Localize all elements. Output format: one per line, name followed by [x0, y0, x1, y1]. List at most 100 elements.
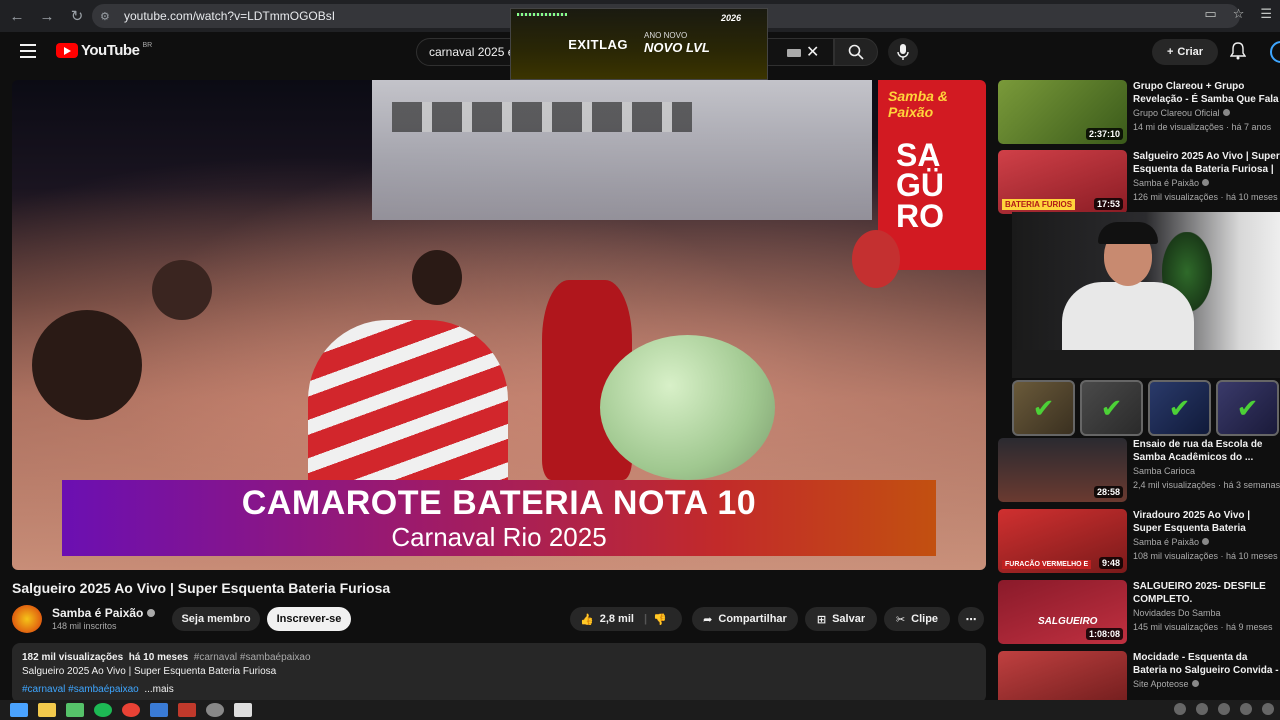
- voice-search-button[interactable]: [888, 38, 918, 66]
- bookmark-star-icon[interactable]: ☆: [1233, 6, 1245, 22]
- recommendation-channel[interactable]: Grupo Clareou Oficial: [1133, 108, 1220, 118]
- description-tags[interactable]: #carnaval #sambaépaixao: [194, 652, 311, 663]
- recommendation-channel[interactable]: Samba é Paixão: [1133, 178, 1199, 188]
- recommendation-thumbnail[interactable]: SALGUEIRO 1:08:08: [998, 580, 1127, 644]
- description-meta: 182 mil visualizações há 10 meses #carna…: [22, 651, 976, 665]
- sign-text: SA GÜ RO: [896, 137, 944, 234]
- recommendation-title[interactable]: Grupo Clareou + Grupo Revelação - É Samb…: [1133, 80, 1280, 106]
- recommendation-item[interactable]: BATERIA FURIOS 17:53 Salgueiro 2025 Ao V…: [998, 150, 1280, 216]
- app-icon[interactable]: [234, 703, 252, 717]
- clear-search-icon[interactable]: ✕: [806, 42, 819, 62]
- spotify-icon[interactable]: [94, 703, 112, 717]
- app-icon[interactable]: [178, 703, 196, 717]
- description-box[interactable]: 182 mil visualizações há 10 meses #carna…: [12, 643, 986, 703]
- save-button[interactable]: ⊞ Salvar: [805, 607, 877, 631]
- search-button[interactable]: [834, 38, 878, 66]
- recommendation-meta: 14 mi de visualizações · há 7 anos: [1133, 122, 1272, 132]
- channel-name[interactable]: Samba é Paixão: [52, 606, 143, 620]
- recommendation-item[interactable]: SALGUEIRO 1:08:08 SALGUEIRO 2025- DESFIL…: [998, 580, 1280, 646]
- show-more-link[interactable]: ...mais: [144, 684, 173, 695]
- recommendation-channel[interactable]: Samba Carioca: [1133, 466, 1195, 476]
- clip-button[interactable]: ✂ Clipe: [884, 607, 950, 631]
- recommendation-title[interactable]: Salgueiro 2025 Ao Vivo | Super Esquenta …: [1133, 150, 1280, 176]
- bookmark-icon: ⊞: [816, 613, 827, 626]
- recommendation-channel[interactable]: Samba é Paixão: [1133, 537, 1199, 547]
- channel-name-wrap[interactable]: Samba é Paixão: [52, 606, 156, 620]
- description-text: Salgueiro 2025 Ao Vivo | Super Esquenta …: [22, 666, 277, 677]
- recommendation-thumbnail[interactable]: FURACÃO VERMELHO E 9:48: [998, 509, 1127, 573]
- recommendation-title[interactable]: Ensaio de rua da Escola de Samba Acadêmi…: [1133, 438, 1280, 464]
- menu-icon[interactable]: [20, 44, 36, 58]
- app-icon[interactable]: [206, 703, 224, 717]
- more-icon: ⋯: [965, 613, 977, 626]
- recommendation-item[interactable]: 28:58 Ensaio de rua da Escola de Samba A…: [998, 438, 1280, 504]
- save-label: Salvar: [832, 613, 866, 625]
- recommendation-channel-wrap: Samba é Paixão: [1133, 537, 1210, 547]
- file-explorer-icon[interactable]: [38, 703, 56, 717]
- check-icon: ✔: [1012, 380, 1075, 436]
- subscribe-button[interactable]: Inscrever-se: [267, 607, 351, 631]
- recommendation-item[interactable]: Mocidade - Esquenta da Bateria no Salgue…: [998, 651, 1280, 700]
- like-icon[interactable]: 👍: [580, 613, 594, 626]
- tray-icon[interactable]: [1262, 703, 1274, 715]
- logo-text: YouTube: [81, 42, 140, 59]
- dislike-icon[interactable]: 👎: [653, 613, 667, 626]
- streamer-cap: [1098, 222, 1158, 244]
- recommendation-thumbnail[interactable]: [998, 651, 1127, 700]
- site-info-icon[interactable]: ⚙: [100, 10, 116, 23]
- video-player[interactable]: Samba & Paixão SA GÜ RO CAMAROTE BATERIA…: [12, 80, 986, 570]
- notifications-bell-icon[interactable]: [1229, 42, 1247, 65]
- reading-list-icon[interactable]: ☰: [1260, 6, 1272, 22]
- view-count: 182 mil visualizações: [22, 652, 124, 663]
- chrome-icon[interactable]: [122, 703, 140, 717]
- verified-icon: [1222, 109, 1230, 116]
- check-icon: ✔: [1148, 380, 1211, 436]
- keyboard-icon[interactable]: [787, 49, 801, 57]
- tray-icon[interactable]: [1174, 703, 1186, 715]
- verified-icon: [1202, 538, 1210, 545]
- duration-badge: 2:37:10: [1085, 128, 1123, 140]
- recommendation-channel[interactable]: Novidades Do Samba: [1133, 608, 1221, 618]
- check-icon: ✔: [1080, 380, 1143, 436]
- youtube-logo[interactable]: YouTube BR: [56, 42, 152, 59]
- recommendation-title[interactable]: SALGUEIRO 2025- DESFILE COMPLETO.: [1133, 580, 1280, 606]
- create-button[interactable]: + Criar: [1152, 39, 1218, 65]
- ad-brand: EXITLAG: [568, 36, 629, 52]
- exitlag-ad-overlay[interactable]: 2026 EXITLAG ANO NOVO NOVO LVL: [510, 8, 768, 80]
- description-hashtags[interactable]: #carnaval #sambaépaixao: [22, 684, 139, 695]
- scissors-icon: ✂: [895, 613, 906, 626]
- recommendation-channel[interactable]: Site Apoteose: [1133, 679, 1189, 689]
- recommendation-item[interactable]: FURACÃO VERMELHO E 9:48 Viradouro 2025 A…: [998, 509, 1280, 575]
- recommendation-thumbnail[interactable]: BATERIA FURIOS 17:53: [998, 150, 1127, 214]
- create-label: Criar: [1177, 46, 1204, 58]
- like-count[interactable]: 2,8 mil: [600, 613, 634, 625]
- cast-icon[interactable]: ▭: [1204, 6, 1216, 22]
- recommendation-thumbnail[interactable]: 2:37:10: [998, 80, 1127, 144]
- tray-icon[interactable]: [1196, 703, 1208, 715]
- tray-icon[interactable]: [1218, 703, 1230, 715]
- account-avatar[interactable]: [1270, 41, 1280, 63]
- search-value: carnaval 2025 e: [429, 45, 515, 59]
- back-icon[interactable]: ←: [4, 3, 30, 29]
- recommendation-title[interactable]: Mocidade - Esquenta da Bateria no Salgue…: [1133, 651, 1280, 677]
- app-icon[interactable]: [66, 703, 84, 717]
- recommendation-title[interactable]: Viradouro 2025 Ao Vivo | Super Esquenta …: [1133, 509, 1280, 535]
- bleached-hair-head: [600, 335, 775, 480]
- forward-icon[interactable]: →: [34, 3, 60, 29]
- channel-avatar[interactable]: [12, 605, 42, 633]
- play-logo-icon: [56, 43, 78, 58]
- join-button[interactable]: Seja membro: [172, 607, 260, 631]
- more-actions-button[interactable]: ⋯: [958, 607, 984, 631]
- join-label: Seja membro: [181, 613, 251, 625]
- upload-age: há 10 meses: [128, 652, 189, 663]
- recommendation-thumbnail[interactable]: 28:58: [998, 438, 1127, 502]
- app-icon[interactable]: [150, 703, 168, 717]
- share-icon: ➦: [703, 613, 713, 626]
- search-icon: [848, 44, 864, 60]
- tray-icon[interactable]: [1240, 703, 1252, 715]
- recommendation-item[interactable]: 2:37:10 Grupo Clareou + Grupo Revelação …: [998, 80, 1280, 146]
- start-icon[interactable]: [10, 703, 28, 717]
- check-icon: ✔: [1216, 380, 1279, 436]
- reload-icon[interactable]: ↻: [64, 3, 90, 29]
- share-button[interactable]: ➦ Compartilhar: [692, 607, 798, 631]
